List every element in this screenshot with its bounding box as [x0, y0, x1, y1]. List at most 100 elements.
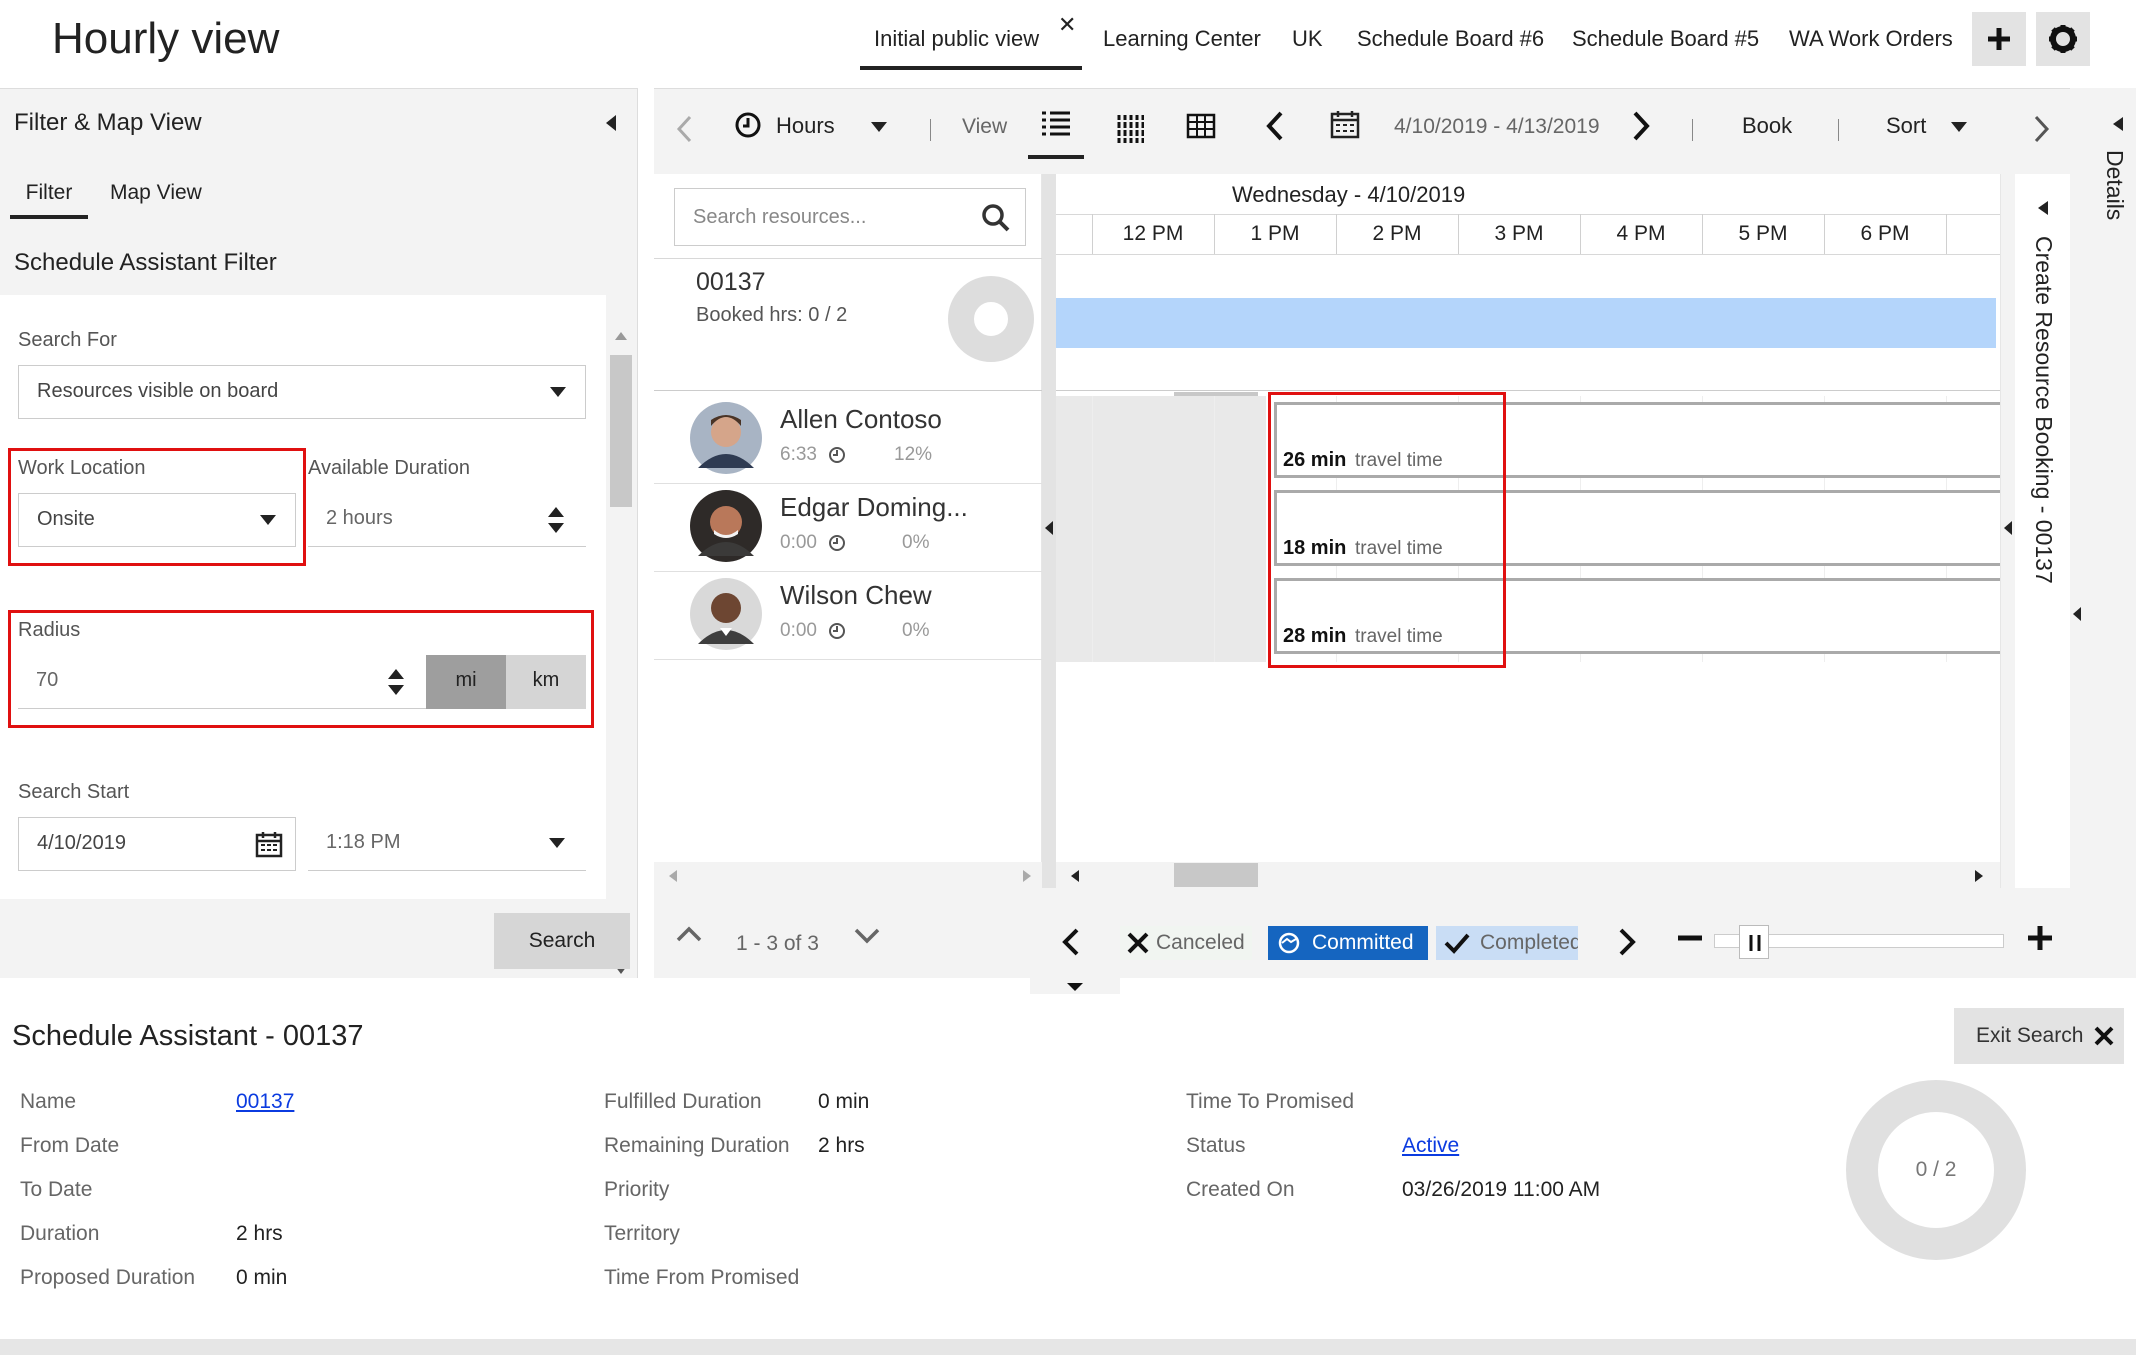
book-button[interactable]: Book	[1742, 113, 1792, 139]
field-label: Fulfilled Duration	[604, 1090, 762, 1113]
tab-initial-public-view[interactable]: Initial public view	[860, 22, 1082, 72]
page-title: Hourly view	[52, 14, 280, 63]
scroll-left-icon[interactable]	[668, 869, 678, 883]
zoom-slider[interactable]	[1714, 925, 2004, 959]
status-link[interactable]: Active	[1402, 1134, 1459, 1158]
filter-form: Search For Resources visible on board Wo…	[0, 295, 606, 899]
chevron-down-icon[interactable]	[870, 121, 888, 133]
scroll-right-icon[interactable]	[1974, 869, 1984, 883]
resource-percent: 0%	[902, 620, 930, 641]
zoom-in-icon[interactable]	[2028, 926, 2052, 950]
stepper-arrows-icon[interactable]	[546, 503, 566, 537]
clock-icon	[735, 112, 761, 138]
scroll-up-icon[interactable]	[614, 331, 628, 341]
tab-map-view[interactable]: Map View	[110, 181, 202, 205]
expand-left-icon[interactable]	[2037, 200, 2049, 216]
chevron-right-icon[interactable]	[2034, 115, 2050, 143]
board-toolbar: Hours View 4/10/2019 - 4/13/2019 Book So…	[654, 88, 2070, 174]
field-label: Time From Promised	[604, 1266, 800, 1289]
legend-canceled-label: Canceled	[1156, 931, 1245, 954]
hour-header: M 12 PM 1 PM 2 PM 3 PM 4 PM 5 PM 6 PM	[1056, 214, 2000, 254]
legend-next-icon[interactable]	[1618, 928, 1636, 956]
legend-committed-label: Committed	[1312, 931, 1414, 954]
tab-active-underline	[860, 66, 1082, 70]
details-panel[interactable]: Details	[2070, 88, 2136, 978]
vertical-view-icon[interactable]	[1116, 111, 1144, 145]
page-down-icon[interactable]	[854, 928, 880, 944]
search-icon[interactable]	[981, 203, 1011, 233]
tab-schedule-board-6[interactable]: Schedule Board #6	[1357, 26, 1544, 52]
field-label: Duration	[20, 1222, 100, 1245]
settings-button[interactable]	[2036, 12, 2090, 66]
search-resources-input[interactable]: Search resources...	[674, 188, 1026, 246]
available-duration-stepper[interactable]: 2 hours	[308, 493, 586, 547]
search-start-time-select[interactable]: 1:18 PM	[308, 817, 586, 871]
filter-scrollbar[interactable]	[608, 239, 634, 974]
zoom-slider-handle[interactable]	[1739, 925, 1769, 959]
tab-uk[interactable]: UK	[1292, 26, 1323, 52]
search-button[interactable]: Search	[494, 913, 630, 969]
hour-label: 12 PM	[1122, 222, 1184, 245]
field-label: Proposed Duration	[20, 1266, 196, 1289]
collapse-left-icon[interactable]	[2003, 520, 2013, 536]
calendar-icon[interactable]	[255, 830, 283, 858]
list-view-button[interactable]	[1028, 97, 1084, 161]
legend-committed: Committed	[1268, 926, 1428, 960]
legend-prev-icon[interactable]	[1062, 928, 1080, 956]
chevron-down-icon[interactable]	[1950, 121, 1968, 133]
search-for-value: Resources visible on board	[37, 380, 279, 402]
checkmark-icon	[1444, 933, 1470, 954]
x-icon	[1127, 932, 1149, 954]
search-start-label: Search Start	[18, 781, 130, 803]
page-up-icon[interactable]	[676, 926, 702, 942]
scroll-right-icon[interactable]	[1022, 869, 1032, 883]
grid-line	[1092, 396, 1093, 662]
sort-dropdown[interactable]: Sort	[1886, 113, 1926, 139]
bottom-edge	[0, 1339, 2136, 1355]
grid-view-icon[interactable]	[1186, 113, 1216, 139]
tab-wa-work-orders[interactable]: WA Work Orders	[1789, 26, 1953, 52]
hours-dropdown[interactable]: Hours	[776, 113, 835, 139]
date-range[interactable]: 4/10/2019 - 4/13/2019	[1394, 115, 1600, 139]
bottom-panel-toggle[interactable]	[1030, 978, 1120, 994]
field-label: To Date	[20, 1178, 93, 1201]
exit-search-button[interactable]: Exit Search	[1954, 1008, 2124, 1064]
create-booking-panel[interactable]: Create Resource Booking - 00137	[2000, 174, 2070, 888]
tab-schedule-board-5[interactable]: Schedule Board #5	[1572, 26, 1759, 52]
calendar-icon[interactable]	[1330, 109, 1360, 139]
resource-row[interactable]: Edgar Doming... 0:00 0%	[654, 484, 1042, 572]
expand-left-icon[interactable]	[2112, 116, 2124, 132]
close-icon[interactable]: ✕	[1058, 12, 1076, 38]
collapse-left-icon[interactable]	[1044, 520, 1054, 536]
search-start-date-input[interactable]: 4/10/2019	[18, 817, 296, 871]
available-duration-label: Available Duration	[308, 457, 470, 479]
add-tab-button[interactable]	[1972, 12, 2026, 66]
gear-icon	[2049, 25, 2077, 53]
details-strip[interactable]	[2070, 174, 2084, 888]
resource-row[interactable]: Allen Contoso 6:33 12%	[654, 396, 1042, 484]
field-label: Status	[1186, 1134, 1246, 1157]
resource-row[interactable]: Wilson Chew 0:00 0%	[654, 572, 1042, 660]
zoom-out-icon[interactable]	[1678, 932, 1702, 944]
next-date-icon[interactable]	[1632, 111, 1650, 141]
requirement-booking-bar[interactable]	[1056, 298, 1996, 348]
active-view-underline	[1028, 155, 1084, 159]
timeline-hscrollbar[interactable]	[1056, 862, 2000, 888]
name-link[interactable]: 00137	[236, 1090, 294, 1114]
create-booking-strip[interactable]	[2001, 174, 2015, 888]
day-label: Wednesday - 4/10/2019	[1232, 182, 1466, 207]
resources-hscrollbar[interactable]	[654, 862, 1042, 888]
chevron-left-icon[interactable]	[676, 115, 692, 143]
tab-filter[interactable]: Filter	[10, 179, 88, 219]
handshake-icon	[1278, 932, 1300, 954]
collapse-left-icon[interactable]	[604, 113, 618, 133]
search-for-select[interactable]: Resources visible on board	[18, 365, 586, 419]
previous-date-icon[interactable]	[1266, 111, 1284, 141]
scroll-left-icon[interactable]	[1070, 869, 1080, 883]
collapse-left-icon[interactable]	[2072, 606, 2082, 622]
tab-learning-center[interactable]: Learning Center	[1103, 26, 1261, 52]
scrollbar-thumb[interactable]	[1174, 863, 1258, 887]
scrollbar-thumb[interactable]	[610, 355, 632, 507]
view-label: View	[962, 115, 1008, 138]
column-splitter[interactable]	[1042, 174, 1056, 888]
